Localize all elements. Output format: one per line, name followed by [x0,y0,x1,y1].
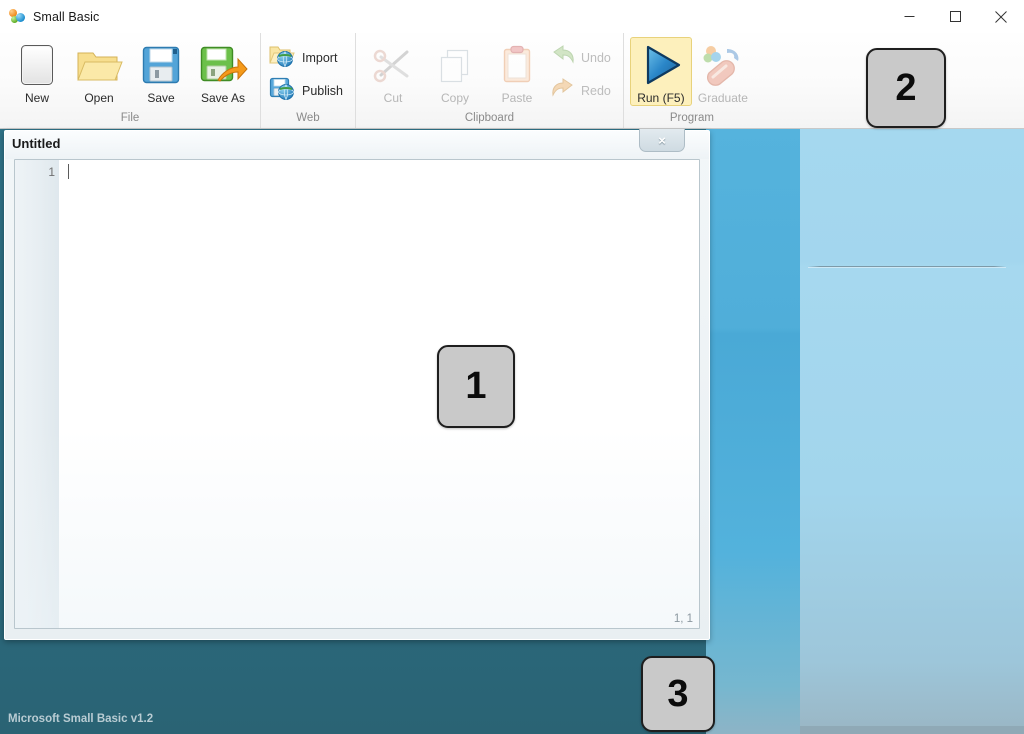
new-document-icon [14,41,60,89]
new-button[interactable]: New [6,37,68,105]
ribbon-group-program: Run (F5) Graduate Program [622,33,760,128]
cursor-position-indicator: 1, 1 [673,613,693,625]
close-document-icon[interactable]: × [639,129,685,152]
graduate-bridge-icon [699,41,747,89]
small-basic-logo-icon [9,8,26,25]
maximize-icon[interactable] [932,0,978,33]
code-editor-window: Untitled × 1 1, 1 [4,129,710,640]
redo-button-label: Redo [581,83,611,98]
import-button-label: Import [302,50,338,65]
screen-root: Small Basic New Open Save Save As File I… [0,0,1024,734]
editor-header: Untitled × [5,129,709,159]
floppy-disk-icon [138,41,184,89]
open-button-label: Open [84,91,114,105]
graduate-button-label: Graduate [697,91,748,105]
annotation-marker-1: 1 [437,345,515,428]
run-button[interactable]: Run (F5) [629,37,692,106]
save-button-label: Save [147,91,175,105]
open-button[interactable]: Open [68,37,130,105]
ribbon-group-web: Import Publish Web [260,33,355,128]
publish-button-label: Publish [302,83,343,98]
save-as-button-label: Save As [200,91,246,105]
line-number-gutter: 1 [15,160,60,628]
paste-button[interactable]: Paste [486,37,548,105]
desktop-light-blue-panel [800,128,1024,734]
import-globe-folder-icon [269,42,297,73]
publish-globe-disk-icon [269,75,297,106]
redo-button[interactable]: Redo [548,74,617,107]
publish-button[interactable]: Publish [267,74,349,107]
text-caret [68,164,69,179]
copy-button-label: Copy [440,91,469,105]
save-as-button[interactable]: Save As [192,37,254,105]
ribbon-group-clipboard: Cut Copy Paste Undo Redo Clipboard [355,33,623,128]
clipboard-icon [495,41,539,89]
open-folder-icon [75,41,123,89]
undo-button[interactable]: Undo [548,41,617,74]
graduate-button[interactable]: Graduate [692,37,754,105]
scissors-icon [371,41,415,89]
cut-button[interactable]: Cut [362,37,424,105]
ribbon-group-web-label: Web [296,111,320,124]
desktop-bottom-strip [800,726,1024,734]
status-bar-text: Microsoft Small Basic v1.2 [8,713,154,725]
code-input-area[interactable] [60,160,699,628]
save-button[interactable]: Save [130,37,192,105]
title-bar: Small Basic [0,0,1024,33]
import-button[interactable]: Import [267,41,349,74]
annotation-marker-2: 2 [866,48,946,128]
desktop-separator-highlight [808,267,1006,268]
ribbon-group-program-label: Program [669,111,714,124]
play-triangle-icon [637,41,685,89]
run-button-label: Run (F5) [637,91,685,105]
annotation-marker-3: 3 [641,656,715,732]
editor-body[interactable]: 1 1, 1 [14,159,700,629]
copy-pages-icon [433,41,477,89]
minimize-icon[interactable] [886,0,932,33]
undo-arrow-icon [550,43,576,72]
new-button-label: New [24,91,49,105]
ribbon-group-file-label: File [120,111,140,124]
app-title: Small Basic [33,9,100,24]
undo-button-label: Undo [581,50,611,65]
redo-arrow-icon [550,76,576,105]
close-icon[interactable] [978,0,1024,33]
save-as-arrow-icon [198,41,248,89]
copy-button[interactable]: Copy [424,37,486,105]
ribbon-group-file: New Open Save Save As File [0,33,260,128]
cut-button-label: Cut [383,91,403,105]
ribbon-group-clipboard-label: Clipboard [464,111,515,124]
desktop-mid-blue-panel [706,128,800,734]
window-controls [886,0,1024,33]
document-title: Untitled [12,136,61,151]
line-number: 1 [48,165,55,179]
paste-button-label: Paste [501,91,533,105]
